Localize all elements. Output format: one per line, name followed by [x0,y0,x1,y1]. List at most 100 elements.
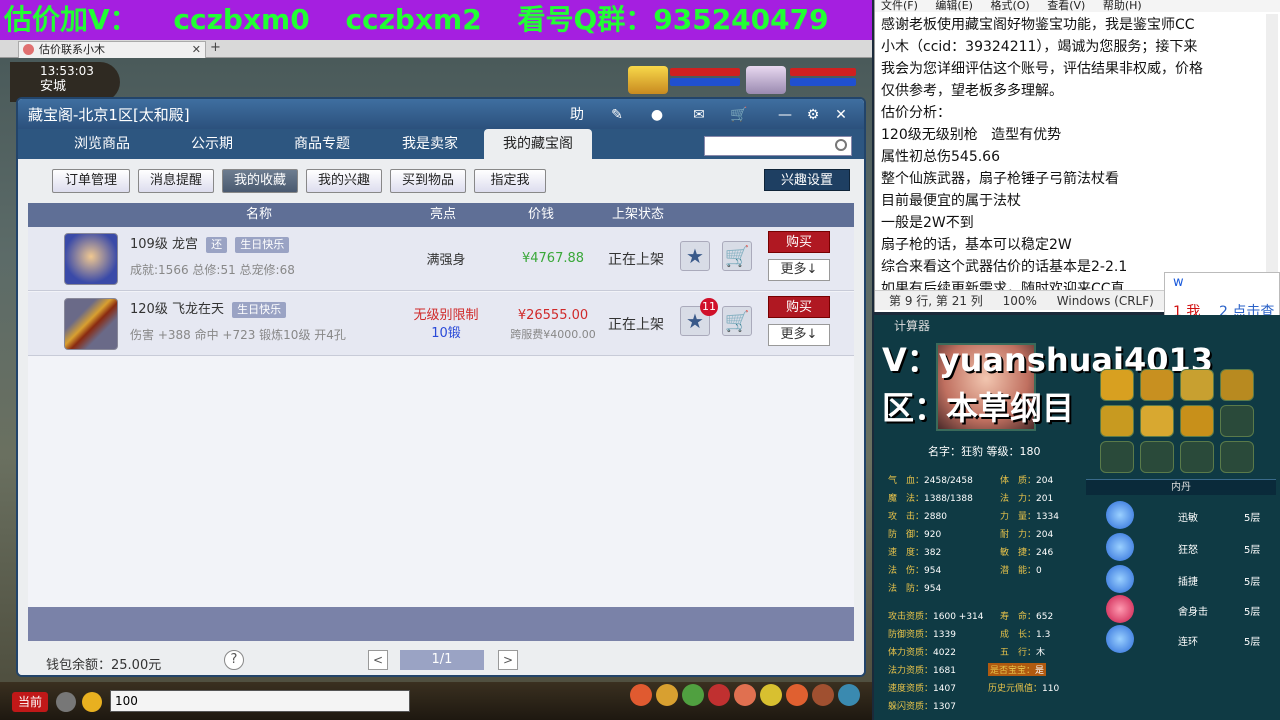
tab-topics[interactable]: 商品专题 [268,129,376,159]
help-icon[interactable]: ? [224,650,244,670]
subtab-orders[interactable]: 订单管理 [52,169,130,193]
skill-icon[interactable] [1140,369,1174,401]
shortcut-icon[interactable] [734,684,756,706]
shortcut-icon[interactable] [630,684,652,706]
menu-format[interactable]: 格式(O) [990,0,1029,12]
streamer-server: 区：本草纲目 [882,389,1075,427]
empty-skill-slot[interactable] [1140,441,1174,473]
game-clock: 13:53:03 安城 [10,62,120,102]
new-tab-button[interactable]: + [210,40,221,55]
close-icon[interactable]: ✕ [830,105,852,125]
stat-item: 体力资质：4022 [888,648,956,658]
interest-settings-button[interactable]: 兴趣设置 [764,169,850,191]
inner-pill-item[interactable]: 迅敏 5层 [1094,501,1274,529]
shortcut-icon[interactable] [760,684,782,706]
prev-page-button[interactable]: < [368,650,388,670]
minimize-icon[interactable]: — [774,105,796,125]
add-cart-icon[interactable]: 🛒 [722,306,752,336]
row-highlight: 满强身 [426,253,466,268]
chat-input[interactable]: 100 [110,690,410,712]
skill-icon[interactable] [1220,369,1254,401]
edit-icon[interactable]: ✎ [606,105,628,125]
subtab-messages[interactable]: 消息提醒 [138,169,214,193]
search-icon[interactable] [835,139,847,151]
shortcut-icon[interactable] [786,684,808,706]
table-row[interactable]: 120级 飞龙在天 生日快乐 伤害 +388 命中 +723 锻炼10级 开4孔… [28,292,854,356]
shortcut-icon[interactable] [812,684,834,706]
skill-icon[interactable] [1180,405,1214,437]
message-icon[interactable]: ✉ [688,105,710,125]
pet-portrait[interactable] [746,66,786,94]
row-price: ¥26555.00 [517,308,589,323]
chat-channel-button[interactable]: 当前 [12,692,48,712]
mic-icon[interactable] [56,692,76,712]
record-icon[interactable]: ● [646,105,668,125]
calculator-tab[interactable]: 计算器 [894,317,930,334]
inner-pill-title: 内丹 [1086,479,1276,495]
stat-item: 体 质：204 [1000,476,1054,486]
notepad-text-area[interactable]: 感谢老板使用藏宝阁好物鉴宝功能，我是鉴宝师CC 小木（ccid：39324211… [881,14,1261,300]
shortcut-icon[interactable] [656,684,678,706]
empty-skill-slot[interactable] [1220,441,1254,473]
menu-help[interactable]: 帮助(H) [1103,0,1142,12]
stat-item: 攻击资质：1600 +314 [888,612,984,622]
close-tab-icon[interactable]: ✕ [192,42,201,57]
more-button[interactable]: 更多↓ [768,259,830,281]
inner-pill-item[interactable]: 连环 5层 [1094,625,1274,653]
next-page-button[interactable]: > [498,650,518,670]
add-cart-icon[interactable]: 🛒 [722,241,752,271]
tab-my-pavilion[interactable]: 我的藏宝阁 [484,129,592,159]
buy-button[interactable]: 购买 [768,296,830,318]
table-row[interactable]: 109级 龙宫 还 生日快乐 成就:1566 总修:51 总宠修:68 满强身 … [28,227,854,291]
pill-orb-icon [1106,625,1134,653]
search-input[interactable] [704,136,852,156]
weapon-avatar[interactable] [64,298,118,350]
help-icon[interactable]: 助 [566,105,588,125]
row-highlight-2: 10锻 [431,326,461,341]
empty-skill-slot[interactable] [1100,441,1134,473]
menu-edit[interactable]: 编辑(E) [935,0,973,12]
skill-icon[interactable] [1180,369,1214,401]
skill-icon[interactable] [1100,369,1134,401]
subtab-favorites[interactable]: 我的收藏 [222,169,298,193]
browser-tab[interactable]: 估价联系小木 ✕ [18,41,206,58]
subtab-interests[interactable]: 我的兴趣 [306,169,382,193]
line-ending: Windows (CRLF) [1056,294,1154,308]
player-portrait[interactable] [628,66,668,94]
menu-view[interactable]: 查看(V) [1047,0,1085,12]
empty-skill-slot[interactable] [1180,441,1214,473]
banner-part: cczbxm2 [345,3,482,36]
row-status: 正在上架 [608,252,664,268]
banner-part: 估价加V： [4,3,138,36]
skill-icon[interactable] [1100,405,1134,437]
shortcut-icon[interactable] [708,684,730,706]
shortcut-icon[interactable] [838,684,860,706]
tab-announce[interactable]: 公示期 [158,129,266,159]
settings-icon[interactable]: ⚙ [802,105,824,125]
stat-item: 成 长：1.3 [1000,630,1051,640]
inner-pill-item[interactable]: 舍身击 5层 [1094,595,1274,623]
buy-button[interactable]: 购买 [768,231,830,253]
subtab-bought[interactable]: 买到物品 [390,169,466,193]
empty-skill-slot[interactable] [1220,405,1254,437]
pet-name-level: 名字：狂豹 等级：180 [928,445,1041,458]
banner-part: 看号Q群：935240479 [517,3,829,36]
tag-badge: 生日快乐 [235,237,290,253]
scrollbar[interactable] [1266,14,1278,292]
pill-orb-icon [1106,501,1134,529]
favorite-star-icon[interactable]: ★ [680,241,710,271]
tab-browse[interactable]: 浏览商品 [48,129,156,159]
inner-pill-item[interactable]: 插捷 5层 [1094,565,1274,593]
shortcut-icon[interactable] [682,684,704,706]
skill-icon[interactable] [1140,405,1174,437]
character-avatar[interactable] [64,233,118,285]
row-title: 120级 飞龙在天 生日快乐 [130,298,287,318]
menu-file[interactable]: 文件(F) [881,0,918,12]
tab-seller[interactable]: 我是卖家 [376,129,484,159]
cart-icon[interactable]: 🛒 [728,105,750,125]
inner-pill-item[interactable]: 狂怒 5层 [1094,533,1274,561]
pill-orb-icon [1106,533,1134,561]
subtab-assigned[interactable]: 指定我 [474,169,546,193]
more-button[interactable]: 更多↓ [768,324,830,346]
emoji-icon[interactable] [82,692,102,712]
